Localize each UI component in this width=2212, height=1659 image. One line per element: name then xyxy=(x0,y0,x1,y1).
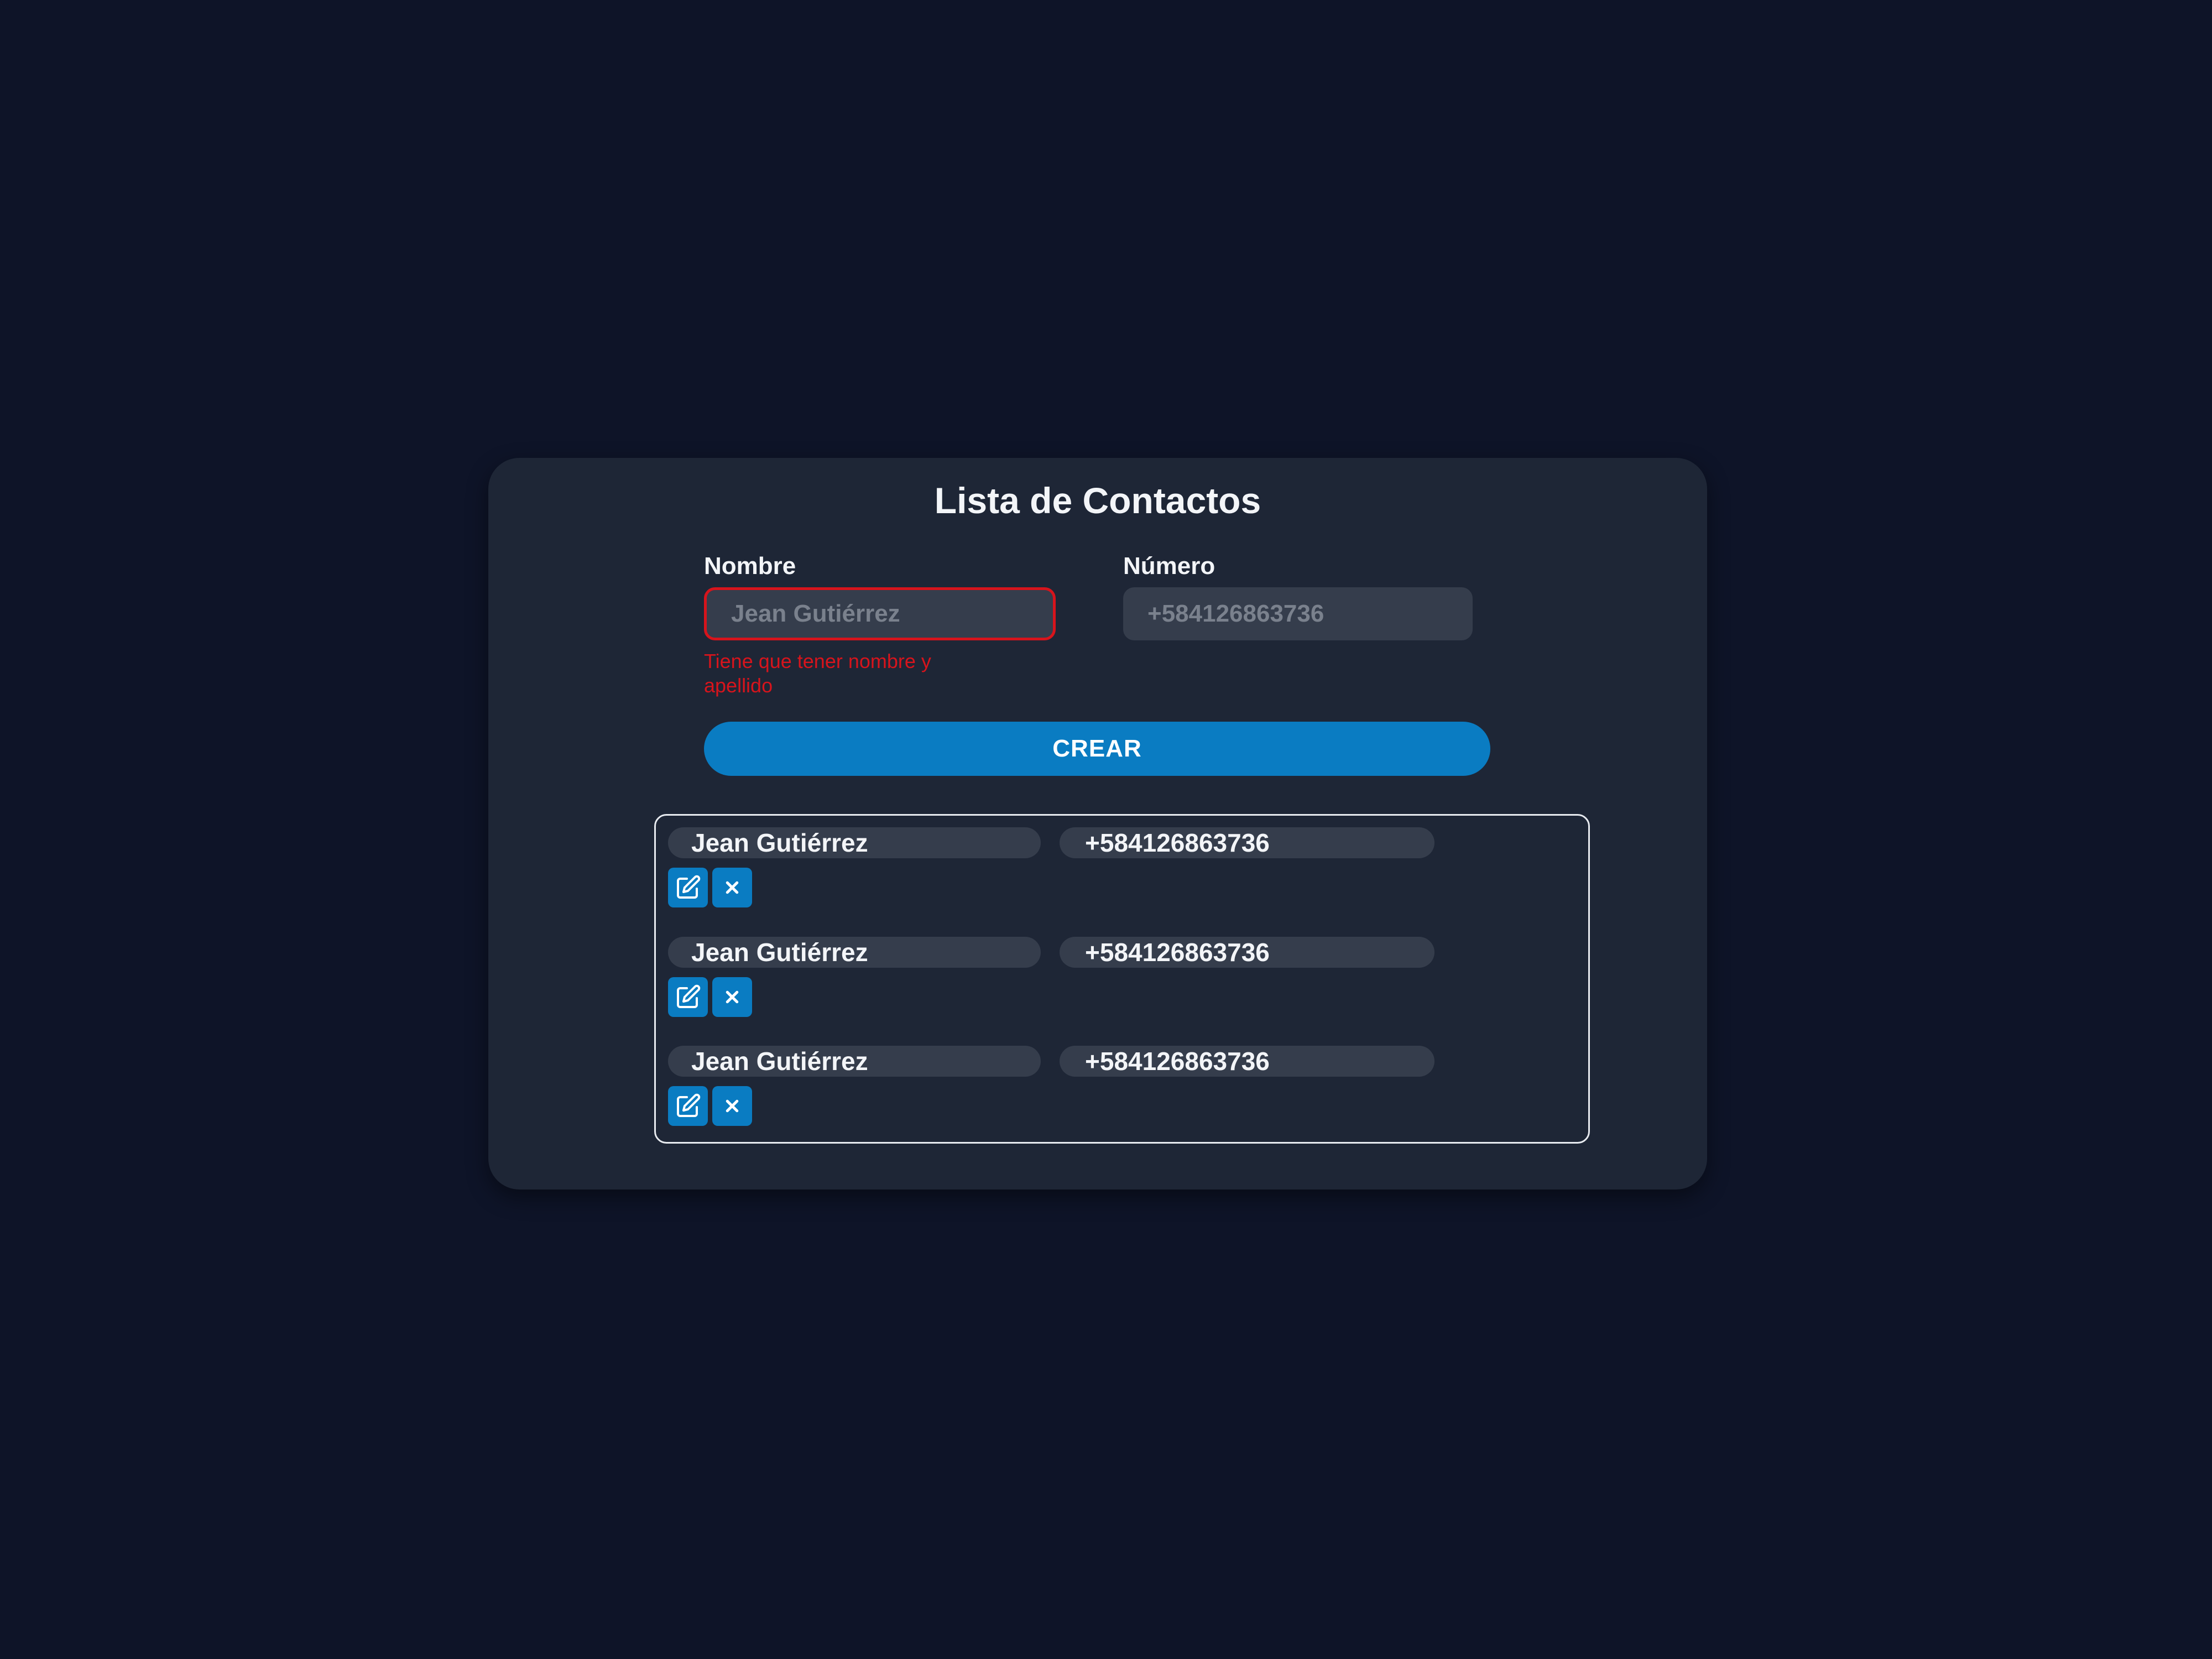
edit-contact-button[interactable] xyxy=(668,977,708,1017)
contacts-card: Lista de Contactos Nombre Tiene que tene… xyxy=(488,458,1707,1190)
nombre-input[interactable] xyxy=(704,587,1056,640)
contact-list: Jean Gutiérrez +584126863736 Jean Gutiér… xyxy=(654,814,1590,1144)
delete-contact-button[interactable] xyxy=(712,1086,752,1126)
contact-item: Jean Gutiérrez +584126863736 xyxy=(668,1046,1575,1129)
edit-contact-button[interactable] xyxy=(668,868,708,907)
nombre-error-message: Tiene que tener nombre y apellido xyxy=(704,650,931,697)
contact-name: Jean Gutiérrez xyxy=(668,827,1041,858)
edit-icon xyxy=(677,1093,701,1117)
numero-input[interactable] xyxy=(1123,587,1473,640)
contact-phone: +584126863736 xyxy=(1060,1046,1434,1077)
contact-item: Jean Gutiérrez +584126863736 xyxy=(668,937,1575,1020)
numero-label: Número xyxy=(1123,552,1215,580)
close-icon xyxy=(726,990,739,1004)
create-button[interactable]: CREAR xyxy=(704,722,1490,776)
page-title: Lista de Contactos xyxy=(934,480,1261,521)
contact-name: Jean Gutiérrez xyxy=(668,937,1041,968)
close-icon xyxy=(726,881,739,894)
contact-item: Jean Gutiérrez +584126863736 xyxy=(668,827,1575,910)
edit-contact-button[interactable] xyxy=(668,1086,708,1126)
edit-icon xyxy=(677,984,701,1008)
nombre-label: Nombre xyxy=(704,552,796,580)
delete-contact-button[interactable] xyxy=(712,868,752,907)
close-icon xyxy=(726,1099,739,1113)
contact-name: Jean Gutiérrez xyxy=(668,1046,1041,1077)
contact-phone: +584126863736 xyxy=(1060,827,1434,858)
edit-icon xyxy=(677,875,701,899)
delete-contact-button[interactable] xyxy=(712,977,752,1017)
contact-phone: +584126863736 xyxy=(1060,937,1434,968)
